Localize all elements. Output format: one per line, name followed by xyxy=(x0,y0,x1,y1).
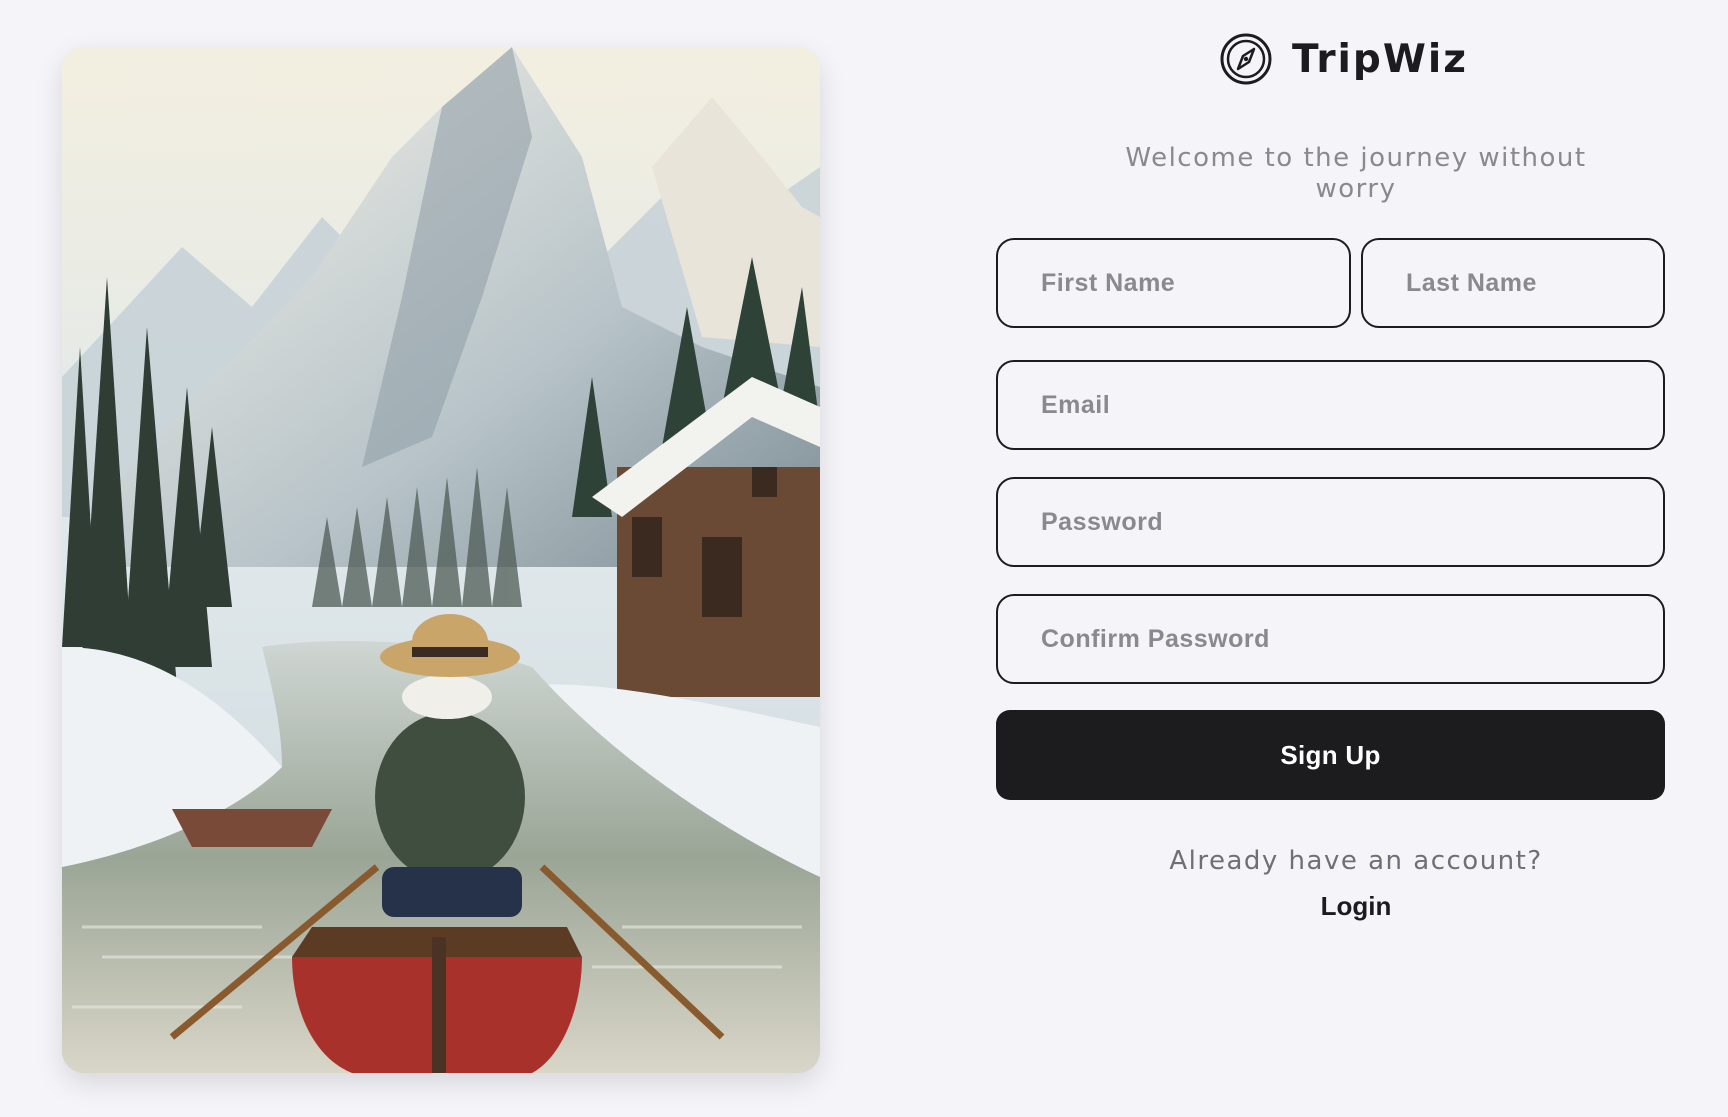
first-name-input[interactable] xyxy=(1041,268,1349,298)
signup-page: TripWiz Welcome to the journey without w… xyxy=(0,0,1728,1117)
brand-logo: TripWiz xyxy=(1220,32,1468,86)
password-input[interactable] xyxy=(1041,507,1663,537)
password-field xyxy=(996,477,1665,567)
mountain-lake-illustration xyxy=(62,47,820,1073)
hero-image xyxy=(62,47,820,1073)
email-field xyxy=(996,360,1665,450)
sign-up-button[interactable]: Sign Up xyxy=(996,710,1665,800)
last-name-input[interactable] xyxy=(1406,268,1663,298)
email-input[interactable] xyxy=(1041,390,1663,420)
fisherman xyxy=(375,614,525,917)
tagline: Welcome to the journey without worry xyxy=(1125,143,1587,204)
confirm-password-input[interactable] xyxy=(1041,624,1663,654)
brand-name: TripWiz xyxy=(1292,36,1468,82)
first-name-field xyxy=(996,238,1351,328)
login-link[interactable]: Login xyxy=(1256,891,1456,922)
confirm-password-field xyxy=(996,594,1665,684)
last-name-field xyxy=(1361,238,1665,328)
compass-icon xyxy=(1220,33,1272,85)
already-have-account-text: Already have an account? xyxy=(1169,846,1543,876)
